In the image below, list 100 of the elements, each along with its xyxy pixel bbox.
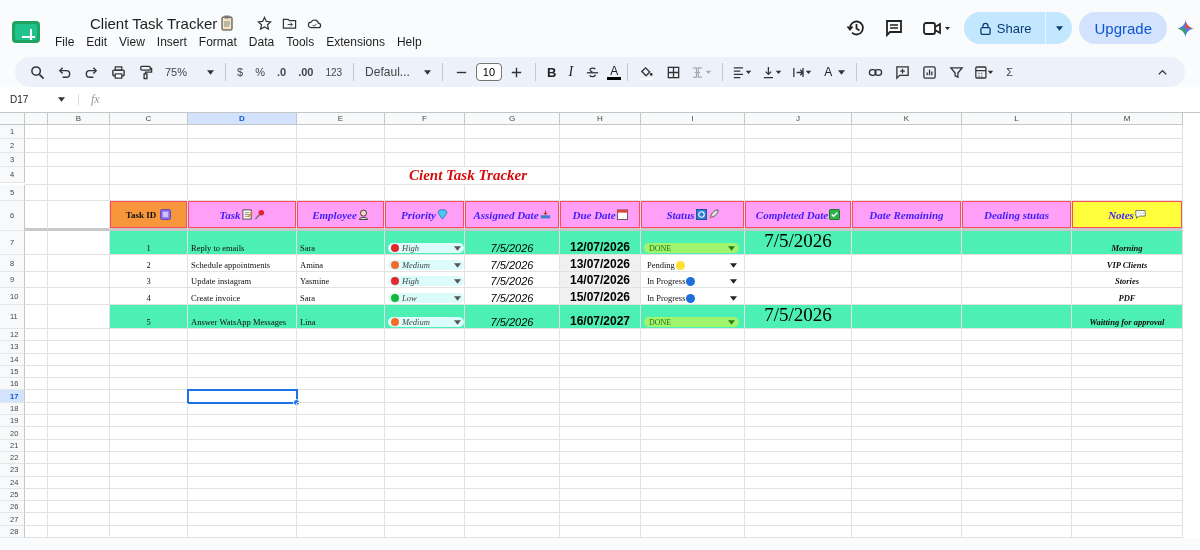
strikethrough-icon[interactable] [585,64,601,80]
empty-cell[interactable] [1072,402,1183,416]
table-cell[interactable]: DONE [641,305,745,329]
empty-cell[interactable] [641,125,745,139]
empty-cell[interactable] [852,451,962,465]
empty-cell[interactable] [297,451,385,465]
empty-cell[interactable] [745,451,852,465]
empty-cell[interactable] [852,153,962,167]
column-header[interactable]: F [385,113,465,125]
table-cell[interactable]: 7/5/2026 [465,305,560,329]
empty-cell[interactable] [745,501,852,514]
empty-cell[interactable] [1072,341,1183,354]
insert-comment-icon[interactable] [895,64,911,80]
empty-cell[interactable] [297,488,385,502]
empty-cell[interactable] [465,402,560,416]
empty-cell[interactable] [560,125,641,139]
empty-cell[interactable] [962,329,1072,342]
empty-cell[interactable] [385,402,465,416]
empty-cell[interactable] [297,125,385,139]
empty-cell[interactable] [385,525,465,539]
empty-cell[interactable] [297,185,385,201]
empty-cell[interactable] [465,451,560,465]
empty-cell[interactable] [1072,365,1183,379]
empty-cell[interactable] [465,139,560,153]
font-dropdown[interactable]: Defaul... [360,61,436,83]
empty-cell[interactable] [962,125,1072,139]
empty-cell[interactable] [962,439,1072,452]
bold-button[interactable]: B [542,61,562,83]
empty-cell[interactable] [745,139,852,153]
empty-cell[interactable] [560,464,641,477]
selected-cell[interactable] [188,390,297,403]
empty-cell[interactable] [962,341,1072,354]
empty-cell[interactable] [745,378,852,391]
empty-cell[interactable] [385,365,465,379]
version-history-icon[interactable] [845,18,866,38]
empty-cell[interactable] [641,476,745,489]
empty-cell[interactable] [297,513,385,526]
empty-cell[interactable] [48,341,110,354]
empty-cell[interactable] [745,329,852,342]
empty-cell[interactable] [852,167,962,185]
empty-cell[interactable] [188,153,297,167]
paint-format-icon[interactable] [138,64,153,80]
empty-cell[interactable] [385,476,465,489]
empty-cell[interactable] [852,341,962,354]
empty-cell[interactable] [385,353,465,366]
table-cell[interactable]: 3 [110,272,188,288]
empty-cell[interactable] [110,488,188,502]
empty-cell[interactable] [641,167,745,185]
empty-cell[interactable] [297,378,385,391]
priority-dropdown[interactable]: High [388,243,464,253]
empty-cell[interactable] [188,476,297,489]
empty-cell[interactable] [110,513,188,526]
table-cell[interactable]: 7/5/2026 [745,305,852,329]
empty-cell[interactable] [297,341,385,354]
empty-cell[interactable] [48,513,110,526]
empty-cell[interactable] [188,402,297,416]
menu-item[interactable]: Edit [80,34,114,49]
empty-cell[interactable] [560,451,641,465]
empty-cell[interactable] [1072,439,1183,452]
increase-decimal-button[interactable]: .00 [293,61,319,83]
empty-cell[interactable] [852,125,962,139]
empty-cell[interactable] [560,329,641,342]
empty-cell[interactable] [852,255,962,272]
menu-item[interactable]: Tools [280,34,321,49]
percent-format-button[interactable]: % [250,61,270,83]
empty-cell[interactable] [48,451,110,465]
column-header[interactable]: J [745,113,852,125]
empty-cell[interactable] [852,525,962,539]
empty-cell[interactable] [745,525,852,539]
header-cell[interactable]: Priority [385,201,465,231]
empty-cell[interactable] [188,427,297,440]
table-cell[interactable]: 12/07/2026 [560,231,641,255]
upgrade-button[interactable]: Upgrade [1079,12,1167,44]
empty-cell[interactable] [25,201,48,231]
empty-cell[interactable] [385,501,465,514]
empty-cell[interactable] [560,427,641,440]
column-header[interactable]: L [962,113,1072,125]
comment-icon[interactable] [883,18,904,38]
empty-cell[interactable] [385,451,465,465]
empty-cell[interactable] [560,378,641,391]
zoom-dropdown[interactable]: 75% [160,61,220,83]
table-cell[interactable]: 15/07/2026 [560,288,641,305]
table-cell[interactable]: Morning [1072,231,1183,255]
empty-cell[interactable] [48,272,110,288]
empty-cell[interactable] [188,525,297,539]
font-size-field[interactable]: 10 [475,63,503,81]
empty-cell[interactable] [560,439,641,452]
menu-item[interactable]: File [49,34,81,49]
empty-cell[interactable] [297,439,385,452]
empty-cell[interactable] [852,185,962,201]
empty-cell[interactable] [962,353,1072,366]
column-header[interactable]: G [465,113,560,125]
empty-cell[interactable] [962,365,1072,379]
header-cell[interactable]: Status [641,201,745,231]
empty-cell[interactable] [188,415,297,428]
empty-cell[interactable] [110,125,188,139]
sum-button[interactable]: Σ [1001,61,1018,83]
empty-cell[interactable] [1072,513,1183,526]
decrease-decimal-button[interactable]: .0 [271,61,292,83]
empty-cell[interactable] [641,341,745,354]
